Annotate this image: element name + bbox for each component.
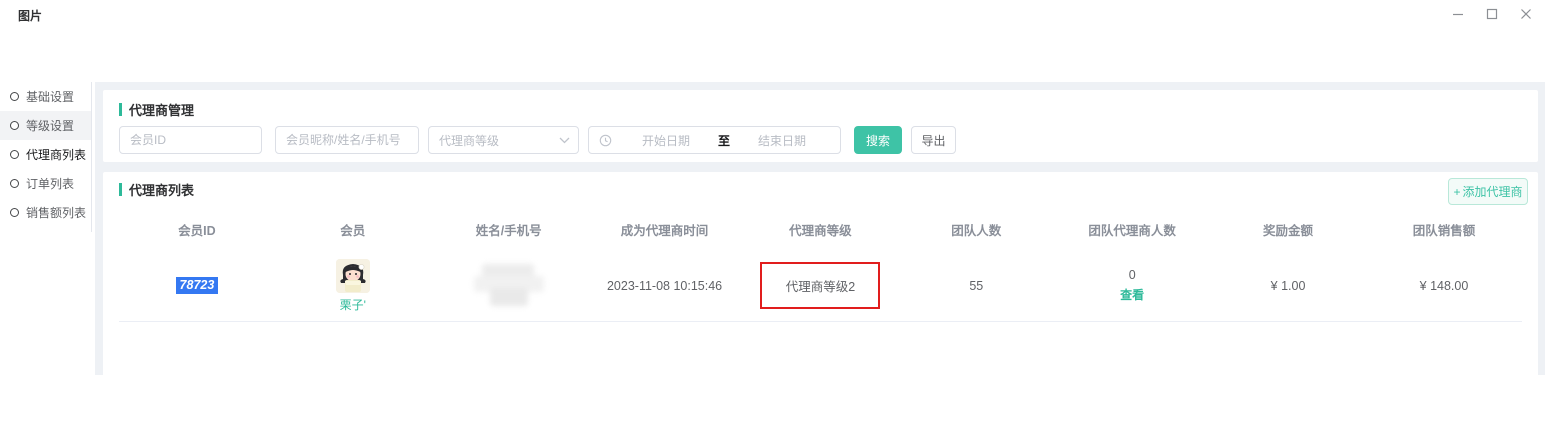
radio-circle-icon [10, 150, 19, 159]
sidebar-item-sales-list[interactable]: 销售额列表 [0, 198, 91, 227]
col-name-phone: 姓名/手机号 [431, 210, 587, 251]
sidebar-item-label: 基础设置 [26, 88, 74, 105]
section-header: 代理商管理 [119, 100, 1522, 118]
sidebar-item-label: 等级设置 [26, 117, 74, 134]
add-agent-button[interactable]: + 添加代理商 [1448, 178, 1528, 205]
sidebar-item-label: 代理商列表 [26, 146, 86, 163]
sidebar-item-label: 销售额列表 [26, 204, 86, 221]
cell-team-agent-count: 0 查看 [1054, 251, 1210, 321]
minimize-button[interactable] [1441, 1, 1475, 27]
sidebar-item-basic-settings[interactable]: 基础设置 [0, 82, 91, 111]
chevron-down-icon [559, 137, 570, 144]
section-accent-bar [119, 103, 122, 116]
sidebar-item-level-settings[interactable]: 等级设置 [0, 111, 91, 140]
cell-member-id: 78723 [119, 251, 275, 321]
agents-table: 会员ID 会员 姓名/手机号 成为代理商时间 代理商等级 团队人数 团队代理商人… [119, 210, 1522, 322]
window-title: 图片 [18, 7, 42, 24]
col-agent-level: 代理商等级 [743, 210, 899, 251]
clock-icon [599, 134, 612, 147]
export-button[interactable]: 导出 [911, 126, 956, 154]
team-agent-count-value: 0 [1129, 268, 1136, 282]
agent-level-placeholder: 代理商等级 [439, 132, 559, 149]
member-id-input[interactable] [119, 126, 262, 154]
col-team-sales: 团队销售额 [1366, 210, 1522, 251]
date-range-picker[interactable]: 开始日期 至 结束日期 [588, 126, 841, 154]
maximize-icon [1486, 8, 1498, 20]
sidebar-item-label: 订单列表 [26, 175, 74, 192]
section-title-agent-management: 代理商管理 [129, 100, 194, 119]
radio-circle-icon [10, 179, 19, 188]
table-row: 78723 [119, 251, 1522, 321]
member-nickname: 栗子' [340, 296, 366, 313]
start-date-placeholder: 开始日期 [618, 132, 714, 149]
minimize-icon [1452, 8, 1464, 20]
cell-become-time: 2023-11-08 10:15:46 [587, 251, 743, 321]
list-header: 代理商列表 + 添加代理商 [119, 180, 1522, 210]
agent-list-card: 代理商列表 + 添加代理商 会员ID 会员 姓名/手机号 成为代理商时间 代理商… [103, 172, 1538, 384]
main-panel: 代理商管理 代理商等级 开始日期 至 结束日期 搜索 导出 [95, 82, 1545, 375]
col-team-count: 团队人数 [898, 210, 1054, 251]
section-accent-bar [119, 183, 122, 196]
col-member-id: 会员ID [119, 210, 275, 251]
sidebar-item-order-list[interactable]: 订单列表 [0, 169, 91, 198]
cell-team-count: 55 [898, 251, 1054, 321]
close-icon [1520, 8, 1532, 20]
member-avatar[interactable] [336, 259, 370, 293]
col-become-time: 成为代理商时间 [587, 210, 743, 251]
sidebar: 基础设置 等级设置 代理商列表 订单列表 销售额列表 [0, 82, 92, 232]
agent-level-select[interactable]: 代理商等级 [428, 126, 579, 154]
cell-name-phone [431, 251, 587, 321]
agent-management-card: 代理商管理 代理商等级 开始日期 至 结束日期 搜索 导出 [103, 90, 1538, 162]
search-button[interactable]: 搜索 [854, 126, 902, 154]
plus-icon: + [1453, 185, 1460, 199]
window-titlebar: 图片 [0, 0, 1551, 28]
cell-agent-level: 代理商等级2 [743, 251, 899, 321]
member-name-input[interactable] [275, 126, 419, 154]
add-agent-label: 添加代理商 [1463, 183, 1523, 200]
window-controls [1441, 0, 1543, 28]
table-header-row: 会员ID 会员 姓名/手机号 成为代理商时间 代理商等级 团队人数 团队代理商人… [119, 210, 1522, 251]
sidebar-item-agent-list[interactable]: 代理商列表 [0, 140, 91, 169]
date-range-separator: 至 [714, 132, 734, 149]
view-link[interactable]: 查看 [1054, 286, 1210, 303]
cell-member: 栗子' [275, 251, 431, 321]
end-date-placeholder: 结束日期 [734, 132, 830, 149]
radio-circle-icon [10, 92, 19, 101]
cell-team-sales: ¥ 148.00 [1366, 251, 1522, 321]
close-button[interactable] [1509, 1, 1543, 27]
agent-level-value: 代理商等级2 [786, 280, 855, 294]
cell-reward-amount: ¥ 1.00 [1210, 251, 1366, 321]
section-title-agent-list: 代理商列表 [129, 180, 194, 199]
maximize-button[interactable] [1475, 1, 1509, 27]
radio-circle-icon [10, 208, 19, 217]
avatar-image [336, 259, 370, 293]
col-team-agent-count: 团队代理商人数 [1054, 210, 1210, 251]
col-reward-amount: 奖励金额 [1210, 210, 1366, 251]
redacted-name-blur [474, 264, 544, 308]
member-id-selected-text[interactable]: 78723 [176, 277, 219, 294]
filter-row: 代理商等级 开始日期 至 结束日期 搜索 导出 [119, 126, 1522, 154]
radio-circle-icon [10, 121, 19, 130]
col-member: 会员 [275, 210, 431, 251]
